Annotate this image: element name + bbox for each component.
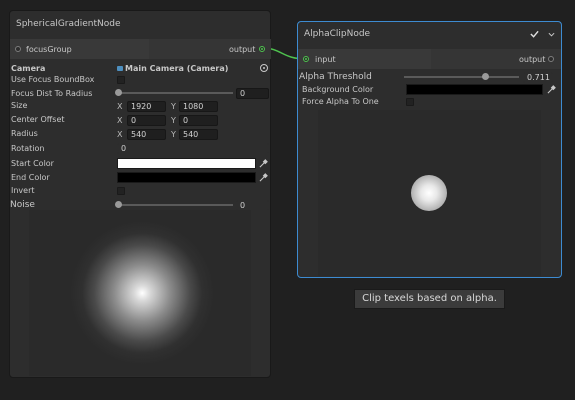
- rotation-field[interactable]: 0: [117, 143, 269, 154]
- center-offset-x-axis: X: [117, 116, 123, 125]
- camera-field[interactable]: Main Camera (Camera): [125, 64, 228, 73]
- focus-dist-label: Focus Dist To Radius: [11, 89, 93, 98]
- alpha-clip-node[interactable]: AlphaClipNode input output Alpha Thresho…: [297, 21, 562, 278]
- rotation-label: Rotation: [11, 144, 45, 153]
- center-offset-y-field[interactable]: 0: [179, 115, 218, 126]
- noise-slider-knob[interactable]: [115, 201, 122, 208]
- eyedropper-icon[interactable]: [259, 173, 268, 182]
- input-port-icon[interactable]: [303, 56, 309, 62]
- center-offset-x-field[interactable]: 0: [127, 115, 166, 126]
- input-port-label: focusGroup: [26, 45, 72, 54]
- camera-icon: [117, 66, 123, 71]
- force-alpha-label: Force Alpha To One: [302, 97, 379, 106]
- eyedropper-icon[interactable]: [259, 159, 268, 168]
- object-picker-icon[interactable]: [260, 64, 268, 72]
- invert-checkbox[interactable]: [117, 187, 125, 195]
- radius-y-axis: Y: [171, 130, 176, 139]
- center-offset-y-axis: Y: [171, 116, 176, 125]
- input-port-label: input: [315, 55, 336, 64]
- noise-label: Noise: [10, 200, 35, 210]
- alpha-threshold-label: Alpha Threshold: [299, 72, 372, 82]
- spherical-gradient-node[interactable]: SphericalGradientNode focusGroup output …: [9, 10, 271, 378]
- focus-dist-slider[interactable]: [117, 92, 233, 94]
- output-port-label: output: [519, 55, 546, 64]
- output-port-icon[interactable]: [259, 46, 265, 52]
- output-port-row[interactable]: output: [431, 49, 561, 69]
- size-y-field[interactable]: 1080: [179, 101, 218, 112]
- force-alpha-checkbox[interactable]: [406, 98, 414, 106]
- end-color-label: End Color: [11, 173, 50, 182]
- background-color-label: Background Color: [302, 85, 374, 94]
- start-color-label: Start Color: [11, 159, 54, 168]
- output-port-icon[interactable]: [548, 56, 554, 62]
- invert-label: Invert: [11, 186, 35, 195]
- input-port-row[interactable]: input: [298, 49, 431, 69]
- alpha-threshold-slider-knob[interactable]: [482, 73, 489, 80]
- radius-y-field[interactable]: 540: [179, 129, 218, 140]
- node-title: AlphaClipNode: [304, 29, 371, 39]
- alpha-threshold-slider[interactable]: [404, 76, 519, 78]
- size-label: Size: [11, 101, 28, 110]
- gradient-preview: [29, 210, 251, 376]
- use-focus-boundbox-label: Use Focus BoundBox: [11, 75, 95, 84]
- tooltip: Clip texels based on alpha.: [354, 289, 505, 309]
- center-offset-label: Center Offset: [11, 115, 65, 124]
- size-x-field[interactable]: 1920: [127, 101, 166, 112]
- focus-dist-slider-knob[interactable]: [115, 89, 122, 96]
- noise-slider[interactable]: [117, 204, 233, 206]
- output-port-label: output: [229, 45, 256, 54]
- input-port-icon[interactable]: [15, 46, 21, 52]
- background-color-swatch[interactable]: [406, 84, 543, 95]
- focus-dist-field[interactable]: 0: [236, 88, 269, 99]
- eyedropper-icon[interactable]: [547, 85, 556, 94]
- node-title: SphericalGradientNode: [16, 19, 121, 29]
- chevron-down-icon[interactable]: [548, 32, 555, 37]
- use-focus-boundbox-checkbox[interactable]: [117, 76, 125, 84]
- radius-x-field[interactable]: 540: [127, 129, 166, 140]
- size-y-axis: Y: [171, 102, 176, 111]
- output-port-row[interactable]: output: [149, 39, 271, 59]
- input-port-row[interactable]: focusGroup: [10, 39, 149, 59]
- size-x-axis: X: [117, 102, 123, 111]
- start-color-swatch[interactable]: [117, 158, 256, 169]
- checkmark-icon[interactable]: [530, 30, 539, 38]
- alpha-threshold-field[interactable]: 0.711: [523, 72, 553, 83]
- radius-x-axis: X: [117, 130, 123, 139]
- camera-label: Camera: [11, 64, 46, 73]
- alpha-preview: [318, 110, 541, 276]
- radius-label: Radius: [11, 129, 38, 138]
- end-color-swatch[interactable]: [117, 172, 256, 183]
